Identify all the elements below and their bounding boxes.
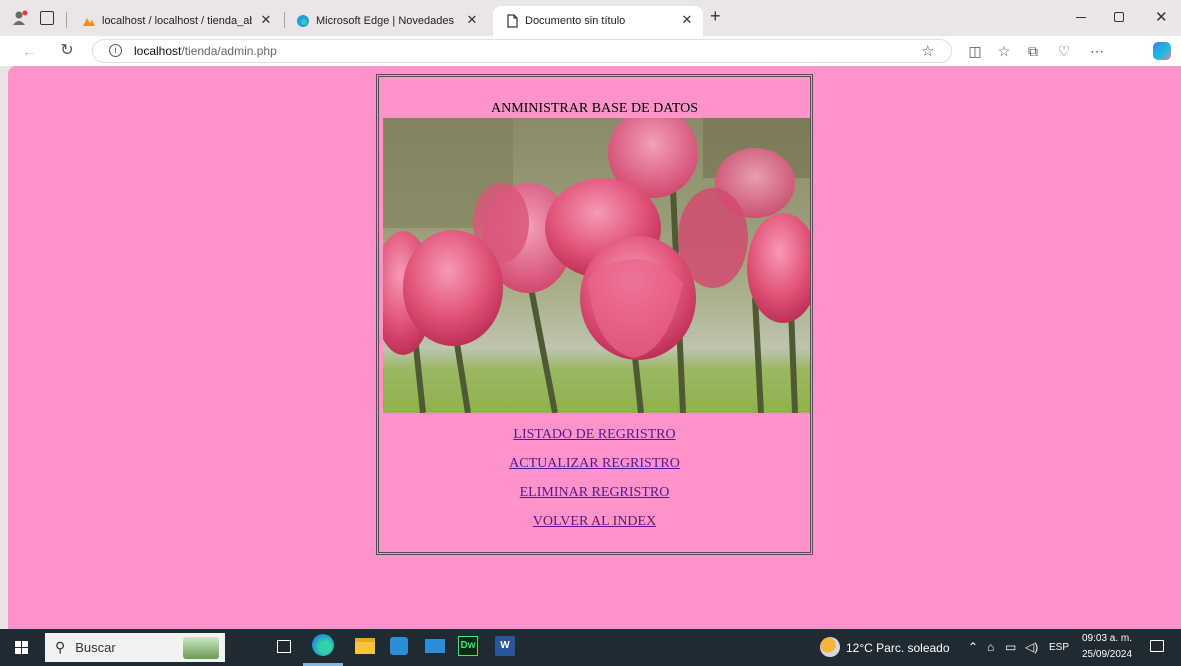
page-title: ANMINISTRAR BASE DE DATOS bbox=[490, 101, 699, 116]
info-icon[interactable]: i bbox=[109, 44, 122, 57]
tab-label: localhost / localhost / tienda_aba bbox=[102, 15, 252, 27]
url-path: /tienda/admin.php bbox=[181, 44, 277, 58]
mail-icon[interactable] bbox=[425, 639, 445, 653]
search-icon: ⚲ bbox=[55, 639, 66, 655]
tab-phpmyadmin[interactable]: localhost / localhost / tienda_aba ✕ bbox=[72, 6, 282, 36]
windows-taskbar: ⚲ Buscar Dw W 12°C Parc. soleado ⌃ ⌂ ▭ ◁… bbox=[0, 629, 1181, 666]
clock-time[interactable]: 09:03 a. m. bbox=[1082, 633, 1132, 644]
weather-icon[interactable] bbox=[820, 637, 840, 657]
tab-label: Microsoft Edge | Novedades bbox=[316, 15, 454, 27]
listado-registro-link[interactable]: LISTADO DE REGRISTRO bbox=[379, 427, 810, 443]
copilot-icon[interactable] bbox=[1153, 42, 1171, 60]
notifications-icon[interactable] bbox=[1150, 640, 1164, 652]
document-icon bbox=[507, 14, 518, 28]
edge-icon bbox=[297, 15, 309, 27]
refresh-icon[interactable]: ↻ bbox=[58, 42, 76, 60]
tab-edge-novedades[interactable]: Microsoft Edge | Novedades ✕ bbox=[288, 6, 488, 36]
store-icon[interactable] bbox=[390, 637, 408, 655]
minimize-icon[interactable] bbox=[1076, 17, 1086, 18]
actualizar-registro-link[interactable]: ACTUALIZAR REGRISTRO bbox=[379, 456, 810, 472]
search-placeholder: Buscar bbox=[75, 640, 116, 655]
tulips-image bbox=[383, 118, 810, 413]
windows-start-icon[interactable] bbox=[15, 641, 28, 654]
taskbar-search[interactable]: ⚲ Buscar bbox=[45, 633, 225, 662]
word-icon[interactable]: W bbox=[495, 636, 515, 656]
network-icon[interactable]: ⌂ bbox=[987, 640, 994, 654]
browser-toolbar: ← ↻ i localhost/tienda/admin.php ☆ ◫ ☆ ⧉… bbox=[0, 36, 1181, 66]
admin-table-cell: ANMINISTRAR BASE DE DATOS LISTADO DE REG… bbox=[378, 76, 811, 553]
browser-essentials-icon[interactable]: ♡ bbox=[1055, 42, 1073, 60]
eliminar-registro-link[interactable]: ELIMINAR REGRISTRO bbox=[379, 485, 810, 501]
close-icon[interactable]: ✕ bbox=[464, 12, 480, 28]
language-indicator[interactable]: ESP bbox=[1049, 642, 1069, 653]
favorite-star-icon[interactable]: ☆ bbox=[921, 42, 934, 60]
url-text: localhost/tienda/admin.php bbox=[134, 44, 277, 58]
dreamweaver-icon[interactable]: Dw bbox=[458, 636, 478, 656]
favorites-icon[interactable]: ☆ bbox=[995, 42, 1013, 60]
collections-icon[interactable]: ⧉ bbox=[1024, 42, 1042, 60]
tab-actions-icon[interactable] bbox=[40, 11, 54, 25]
address-bar[interactable]: i localhost/tienda/admin.php ☆ bbox=[92, 39, 952, 63]
back-icon[interactable]: ← bbox=[20, 42, 38, 60]
phpmyadmin-icon bbox=[83, 18, 95, 26]
profile-icon[interactable] bbox=[12, 10, 28, 26]
chevron-up-icon[interactable]: ⌃ bbox=[968, 640, 978, 654]
edge-taskbar-icon[interactable] bbox=[312, 634, 334, 656]
file-explorer-icon[interactable] bbox=[355, 638, 375, 654]
task-view-icon[interactable] bbox=[277, 640, 291, 653]
display-icon[interactable]: ▭ bbox=[1005, 640, 1016, 654]
split-screen-icon[interactable]: ◫ bbox=[966, 42, 984, 60]
tab-label: Documento sin título bbox=[525, 15, 626, 27]
page-viewport: ANMINISTRAR BASE DE DATOS LISTADO DE REG… bbox=[8, 66, 1181, 629]
restore-icon[interactable] bbox=[1114, 12, 1124, 22]
admin-table: ANMINISTRAR BASE DE DATOS LISTADO DE REG… bbox=[376, 74, 813, 555]
url-host: localhost bbox=[134, 44, 182, 58]
close-icon[interactable]: ✕ bbox=[679, 12, 695, 28]
close-window-icon[interactable]: ✕ bbox=[1155, 8, 1168, 26]
volver-index-link[interactable]: VOLVER AL INDEX bbox=[379, 514, 810, 530]
tab-bar: localhost / localhost / tienda_aba ✕ Mic… bbox=[0, 0, 1181, 36]
weather-text[interactable]: 12°C Parc. soleado bbox=[846, 641, 950, 655]
new-tab-button[interactable]: + bbox=[710, 6, 721, 27]
tab-documento-sin-titulo[interactable]: Documento sin título ✕ bbox=[493, 6, 703, 36]
clock-date[interactable]: 25/09/2024 bbox=[1082, 649, 1132, 660]
more-icon[interactable]: ⋯ bbox=[1088, 42, 1106, 60]
search-highlight-icon bbox=[183, 637, 219, 659]
volume-icon[interactable]: ◁) bbox=[1025, 640, 1038, 654]
close-icon[interactable]: ✕ bbox=[258, 12, 274, 28]
